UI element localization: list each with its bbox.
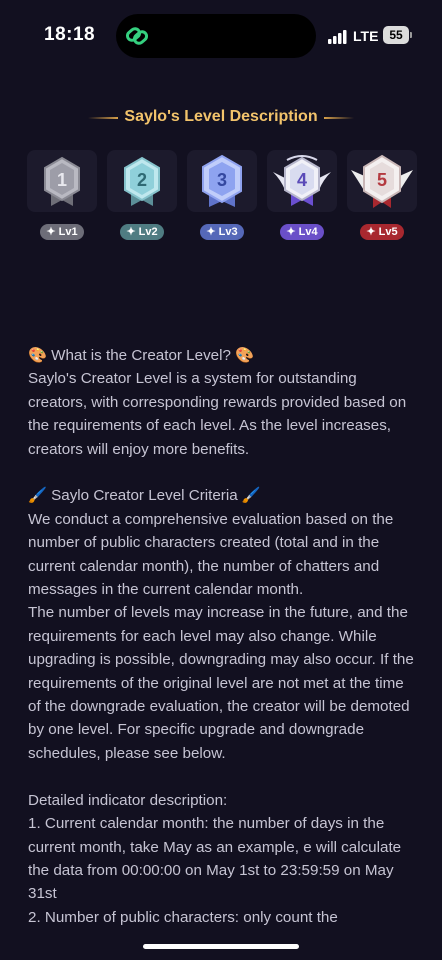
level-badge-2[interactable]: 2 ✦ Lv2 bbox=[107, 150, 177, 245]
criteria-body-1: We conduct a comprehensive evaluation ba… bbox=[28, 510, 394, 599]
level-3-badge-icon: 3 bbox=[187, 150, 257, 212]
criteria-heading: 🖌️ Saylo Creator Level Criteria 🖌️ bbox=[28, 487, 261, 505]
indicator-item-1: 1. Current calendar month: the number of… bbox=[28, 815, 402, 903]
level-3-number: 3 bbox=[217, 170, 227, 190]
level-4-number: 4 bbox=[297, 170, 307, 190]
level-5-badge-icon: 5 bbox=[347, 150, 417, 212]
creator-level-body: Saylo's Creator Level is a system for ou… bbox=[28, 370, 407, 458]
level-badge-5[interactable]: 5 ✦ Lv5 bbox=[347, 150, 417, 245]
level-4-label: ✦ Lv4 bbox=[280, 224, 324, 240]
level-badges: 1 ✦ Lv1 2 ✦ Lv2 3 ✦ Lv3 4 ✦ Lv4 5 ✦ Lv5 bbox=[27, 150, 417, 245]
indicator-item-2: 2. Number of public characters: only cou… bbox=[28, 908, 338, 926]
level-1-badge-icon: 1 bbox=[27, 150, 97, 212]
network-type: LTE bbox=[353, 28, 379, 44]
level-4-badge-icon: 4 bbox=[267, 150, 337, 212]
level-1-number: 1 bbox=[57, 170, 67, 190]
level-5-label: ✦ Lv5 bbox=[360, 224, 404, 240]
title-divider-right bbox=[324, 117, 354, 119]
battery-tip bbox=[410, 32, 412, 38]
level-badge-3[interactable]: 3 ✦ Lv3 bbox=[187, 150, 257, 245]
page-header: Saylo's Level Description bbox=[0, 104, 442, 132]
level-2-label: ✦ Lv2 bbox=[120, 224, 164, 240]
level-2-number: 2 bbox=[137, 170, 147, 190]
criteria-body-2: The number of levels may increase in the… bbox=[28, 604, 414, 762]
level-3-label: ✦ Lv3 bbox=[200, 224, 244, 240]
link-icon bbox=[122, 21, 152, 51]
level-2-badge-icon: 2 bbox=[107, 150, 177, 212]
signal-icon bbox=[328, 30, 348, 44]
creator-level-heading: 🎨 What is the Creator Level? 🎨 bbox=[28, 347, 255, 364]
status-time: 18:18 bbox=[44, 24, 96, 45]
page-title: Saylo's Level Description bbox=[124, 108, 318, 125]
level-5-number: 5 bbox=[377, 170, 387, 190]
home-indicator[interactable] bbox=[143, 944, 299, 949]
level-1-label: ✦ Lv1 bbox=[40, 224, 84, 240]
indicators-heading: Detailed indicator description: bbox=[28, 791, 228, 809]
status-bar: 18:18 LTE 55 bbox=[0, 0, 442, 70]
dynamic-island bbox=[116, 14, 316, 58]
level-badge-4[interactable]: 4 ✦ Lv4 bbox=[267, 150, 337, 245]
level-badge-1[interactable]: 1 ✦ Lv1 bbox=[27, 150, 97, 245]
level-description: 🎨 What is the Creator Level? 🎨 Saylo's C… bbox=[28, 344, 420, 929]
battery-icon: 55 bbox=[383, 26, 409, 44]
